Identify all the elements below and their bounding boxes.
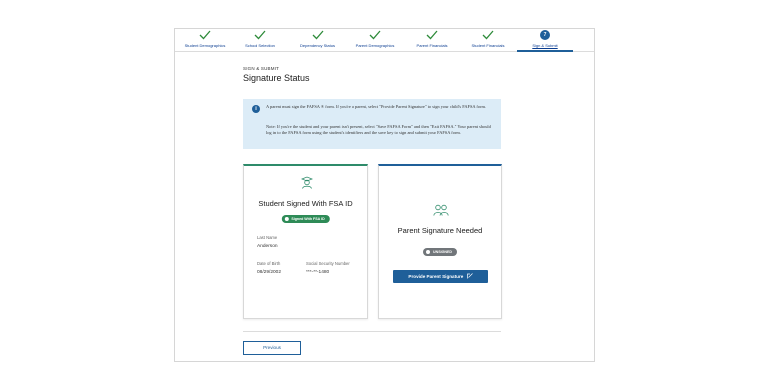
step-dependency-status[interactable]: Dependency Status	[290, 29, 345, 51]
student-graduate-icon	[301, 176, 313, 189]
alert-text-primary: A parent must sign the FAFSA ® form. If …	[266, 104, 487, 109]
badge-label: UNSIGNED	[433, 250, 452, 254]
dob-value: 08/29/2002	[257, 270, 282, 275]
check-icon	[369, 30, 381, 40]
badge-label: Signed With FSA ID	[291, 217, 325, 221]
unsigned-status-badge: UNSIGNED	[423, 248, 457, 256]
parent-signature-card: Parent Signature Needed UNSIGNED Provide…	[378, 164, 502, 319]
step-student-demographics[interactable]: Student Demographics	[175, 29, 235, 51]
info-alert: i A parent must sign the FAFSA ® form. I…	[243, 99, 501, 149]
step-parent-financials[interactable]: Parent Financials	[405, 29, 459, 51]
info-icon: i	[252, 105, 260, 113]
alert-circle-icon	[426, 250, 431, 254]
step-number-badge: 7	[540, 30, 550, 40]
button-label: Provide Parent Signature	[408, 274, 464, 279]
edit-signature-icon	[466, 273, 473, 279]
ssn-value: ***-**-1480	[306, 270, 330, 275]
step-label: Sign & Submit	[532, 43, 558, 48]
step-student-financials[interactable]: Student Financials	[461, 29, 515, 51]
check-icon	[254, 30, 266, 40]
check-icon	[482, 30, 494, 40]
step-label: Parent Financials	[416, 43, 448, 48]
fafsa-form-frame: Student Demographics School Selection De…	[174, 28, 595, 362]
step-parent-demographics[interactable]: Parent Demographics	[347, 29, 403, 51]
step-label: School Selection	[245, 43, 275, 48]
dob-label: Date of Birth	[257, 261, 281, 266]
parents-group-icon	[433, 204, 449, 216]
last-name-value: Anderson	[257, 244, 278, 249]
check-icon	[426, 30, 438, 40]
check-icon	[199, 30, 211, 40]
step-label: Parent Demographics	[355, 43, 395, 48]
step-label: Student Financials	[471, 43, 505, 48]
check-icon	[312, 30, 323, 40]
previous-button[interactable]: Previous	[243, 341, 301, 355]
parent-card-title: Parent Signature Needed	[397, 226, 483, 235]
alert-text-note: Note: If you're the student and your par…	[266, 124, 491, 135]
step-school-selection[interactable]: School Selection	[235, 29, 285, 51]
ssn-label: Social Security Number	[306, 261, 350, 266]
progress-stepper: Student Demographics School Selection De…	[175, 29, 594, 52]
signed-status-badge: Signed With FSA ID	[281, 215, 330, 223]
active-step-indicator	[517, 50, 573, 52]
last-name-label: Last Name	[257, 235, 278, 240]
footer-divider	[243, 331, 501, 332]
step-label: Student Demographics	[184, 43, 226, 48]
student-card-title: Student Signed With FSA ID	[258, 199, 353, 208]
step-sign-and-submit[interactable]: 7 Sign & Submit	[517, 29, 573, 52]
provide-parent-signature-button[interactable]: Provide Parent Signature	[393, 270, 488, 283]
section-eyebrow: SIGN & SUBMIT	[243, 66, 280, 71]
check-circle-icon	[284, 217, 289, 221]
page-title: Signature Status	[243, 73, 310, 83]
student-signature-card: Student Signed With FSA ID Signed With F…	[243, 164, 368, 319]
step-label: Dependency Status	[300, 43, 335, 48]
